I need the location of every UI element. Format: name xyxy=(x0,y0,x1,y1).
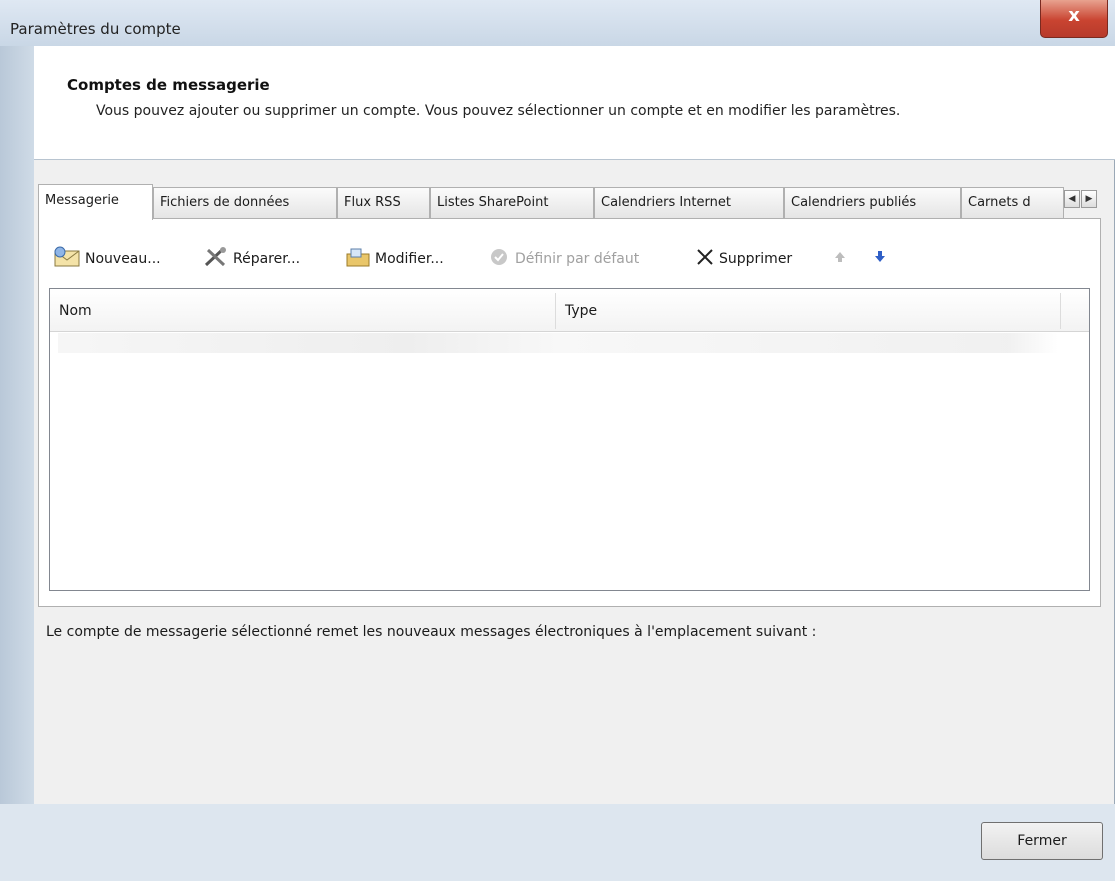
dialog-footer xyxy=(0,804,1115,881)
x-icon xyxy=(694,246,716,272)
delivery-location-text: Le compte de messagerie sélectionné reme… xyxy=(46,624,817,640)
tab-calendriers-publies[interactable]: Calendriers publiés xyxy=(784,187,961,218)
tools-icon xyxy=(202,246,230,272)
modify-account-button[interactable]: Modifier... xyxy=(344,246,444,272)
tab-scroll-right-button[interactable]: ▶ xyxy=(1081,190,1097,208)
window-frame-left xyxy=(0,46,34,804)
arrow-down-icon xyxy=(872,246,888,272)
modify-account-label: Modifier... xyxy=(375,251,444,267)
folder-edit-icon xyxy=(344,246,372,272)
repair-account-button[interactable]: Réparer... xyxy=(202,246,300,272)
close-icon: x xyxy=(1068,5,1080,26)
delete-account-label: Supprimer xyxy=(719,251,793,267)
repair-account-label: Réparer... xyxy=(233,251,301,267)
set-default-label: Définir par défaut xyxy=(515,251,640,267)
tab-messagerie[interactable]: Messagerie xyxy=(38,184,153,220)
tab-flux-rss[interactable]: Flux RSS xyxy=(337,187,430,218)
chevron-right-icon: ▶ xyxy=(1085,194,1093,204)
close-button[interactable]: Fermer xyxy=(981,822,1103,860)
tab-listes-sharepoint[interactable]: Listes SharePoint xyxy=(430,187,594,218)
set-default-button[interactable]: Définir par défaut xyxy=(488,246,639,272)
tab-calendriers-internet[interactable]: Calendriers Internet xyxy=(594,187,784,218)
tab-fichiers-de-donnees[interactable]: Fichiers de données xyxy=(153,187,337,218)
move-up-button[interactable] xyxy=(832,246,851,272)
column-header-name[interactable]: Nom xyxy=(50,289,555,331)
new-account-label: Nouveau... xyxy=(85,251,161,267)
delete-account-button[interactable]: Supprimer xyxy=(694,246,792,272)
section-title: Comptes de messagerie xyxy=(67,76,270,94)
header-panel: Comptes de messagerie Vous pouvez ajoute… xyxy=(34,46,1115,160)
arrow-up-icon xyxy=(832,246,848,272)
column-header-type[interactable]: Type xyxy=(556,289,1061,331)
chevron-left-icon: ◀ xyxy=(1068,194,1076,204)
column-divider[interactable] xyxy=(1060,293,1061,329)
new-account-button[interactable]: Nouveau... xyxy=(52,246,161,272)
list-header: Nom Type xyxy=(50,289,1089,332)
envelope-icon xyxy=(52,246,82,272)
tab-strip: Messagerie Fichiers de données Flux RSS … xyxy=(38,184,1098,220)
title-bar: Paramètres du compte xyxy=(0,0,1115,46)
accounts-list[interactable]: Nom Type xyxy=(49,288,1090,591)
table-row[interactable] xyxy=(58,333,1058,353)
checkmark-circle-icon xyxy=(488,246,512,272)
window-title: Paramètres du compte xyxy=(10,20,181,38)
section-description: Vous pouvez ajouter ou supprimer un comp… xyxy=(96,103,901,119)
move-down-button[interactable] xyxy=(872,246,891,272)
tab-carnets[interactable]: Carnets d xyxy=(961,187,1064,218)
tab-scroll-left-button[interactable]: ◀ xyxy=(1064,190,1080,208)
window-close-button[interactable]: x xyxy=(1040,0,1108,38)
account-toolbar: Nouveau... Réparer... Modifier... Défini… xyxy=(52,246,952,272)
